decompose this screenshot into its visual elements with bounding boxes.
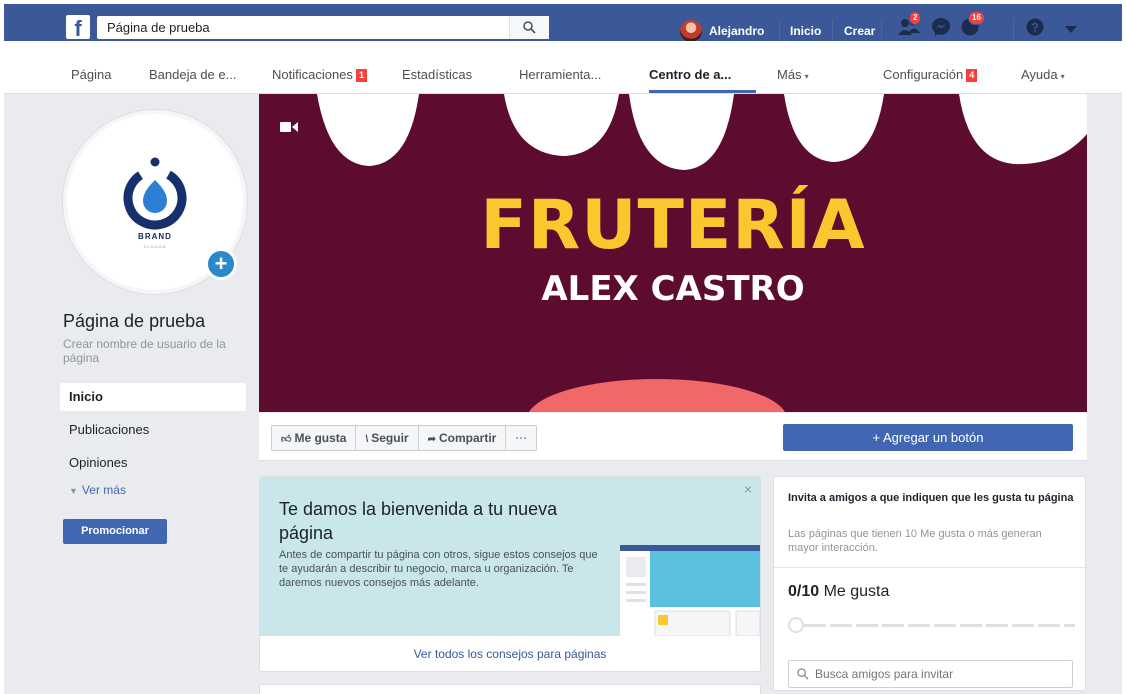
- tab-more-label: Más: [777, 67, 802, 82]
- cover-photo[interactable]: FRUTERÍA ALEX CASTRO: [259, 94, 1087, 412]
- like-label: Me gusta: [294, 431, 347, 445]
- divider: [779, 19, 780, 39]
- tab-notifications-label: Notificaciones: [272, 67, 353, 82]
- teeth-decoration-icon: [317, 94, 1087, 170]
- caret-down-icon: ▾: [1060, 72, 1065, 81]
- sidebar-item-home[interactable]: Inicio: [60, 383, 246, 411]
- welcome-banner: × Te damos la bienvenida a tu nueva pági…: [260, 477, 760, 636]
- follow-button[interactable]: \ Seguir: [356, 426, 419, 450]
- user-name: Alejandro: [709, 24, 765, 38]
- plus-icon: +: [214, 251, 228, 276]
- divider: [832, 19, 833, 39]
- settings-count-badge: 4: [966, 69, 978, 82]
- active-tab-indicator: [649, 90, 756, 93]
- share-arrow-icon: ➦: [427, 434, 436, 445]
- tab-insights[interactable]: Estadísticas: [402, 67, 472, 82]
- progress-track: [804, 624, 1075, 627]
- svg-text:?: ?: [1031, 21, 1038, 35]
- help-icon: ?: [1026, 18, 1044, 36]
- friend-requests-button[interactable]: 2: [897, 11, 922, 40]
- frame-border: [1122, 0, 1126, 694]
- brand-text: BRAND: [138, 232, 172, 241]
- thumbs-up-icon: 👍︎: [281, 434, 292, 445]
- add-photo-button[interactable]: +: [205, 248, 237, 280]
- sidebar-item-posts[interactable]: Publicaciones: [60, 416, 246, 444]
- avatar: [680, 20, 702, 42]
- messenger-button[interactable]: [931, 17, 951, 40]
- notif-badge: 16: [968, 11, 985, 25]
- welcome-description: Antes de compartir tu página con otros, …: [279, 549, 598, 589]
- likes-progress-count: 0/10 Me gusta: [788, 583, 889, 601]
- likes-progress-bar: [788, 617, 1075, 633]
- page-actions-group: 👍︎ Me gusta \ Seguir ➦ Compartir ···: [271, 425, 538, 451]
- see-all-tips-link[interactable]: Ver todos los consejos para páginas: [260, 647, 760, 661]
- follow-label: Seguir: [371, 431, 409, 445]
- tab-pagina[interactable]: Página: [71, 67, 111, 82]
- invite-description: Las páginas que tienen 10 Me gusta o más…: [788, 528, 1042, 554]
- create-link[interactable]: Crear: [844, 24, 875, 38]
- search-icon: [797, 668, 809, 680]
- like-button[interactable]: 👍︎ Me gusta: [272, 426, 357, 450]
- share-button[interactable]: ➦ Compartir: [419, 426, 507, 450]
- likes-count: 0/10: [788, 583, 820, 600]
- divider: [881, 19, 882, 39]
- notifications-count-badge: 1: [355, 69, 367, 82]
- messenger-icon: [932, 18, 950, 36]
- cover-subtitle: ALEX CASTRO: [541, 269, 805, 309]
- video-camera-icon: [280, 122, 298, 132]
- tab-inbox[interactable]: Bandeja de e...: [149, 67, 236, 82]
- frame-border: [0, 0, 4, 694]
- tab-help[interactable]: Ayuda ▾: [1021, 67, 1065, 82]
- page-title: Página de prueba: [63, 311, 206, 331]
- tab-help-label: Ayuda: [1021, 67, 1058, 82]
- tab-more[interactable]: Más ▾: [777, 67, 809, 82]
- caret-down-icon: ▼: [69, 486, 78, 496]
- promote-button[interactable]: Promocionar: [63, 519, 167, 544]
- add-button-button[interactable]: + Agregar un botón: [783, 424, 1073, 451]
- more-options-button[interactable]: ···: [506, 426, 536, 450]
- profile-link[interactable]: Alejandro: [680, 20, 764, 42]
- tab-notifications[interactable]: Notificaciones 1: [272, 67, 367, 82]
- account-menu-button[interactable]: [1065, 23, 1077, 37]
- cover-title: FRUTERÍA: [480, 186, 866, 265]
- tab-creator-center[interactable]: Centro de a...: [649, 67, 731, 82]
- tab-settings[interactable]: Configuración 4: [883, 67, 978, 82]
- facebook-logo-icon[interactable]: f: [66, 15, 90, 39]
- caret-down-icon: ▾: [804, 72, 809, 81]
- home-link[interactable]: Inicio: [790, 24, 821, 38]
- search-input[interactable]: [97, 16, 509, 39]
- brand-logo-icon: [123, 157, 187, 230]
- create-username-link[interactable]: Crear nombre de usuario de la página: [63, 337, 243, 365]
- invite-title: Invita a amigos a que indiquen que les g…: [788, 492, 1074, 504]
- invite-friends-search-input[interactable]: [815, 667, 1072, 681]
- composer-card: [259, 684, 761, 694]
- likes-count-label: Me gusta: [819, 583, 890, 600]
- search-icon: [523, 21, 536, 34]
- invite-friends-card: Invita a amigos a que indiquen que les g…: [773, 476, 1086, 691]
- page-nav: Página Bandeja de e... Notificaciones 1 E…: [4, 41, 1122, 94]
- help-button[interactable]: ?: [1025, 17, 1045, 40]
- progress-start-marker: [788, 617, 804, 633]
- rss-icon: \: [365, 434, 369, 445]
- see-more-label: Ver más: [81, 483, 126, 497]
- page-action-bar: 👍︎ Me gusta \ Seguir ➦ Compartir ··· + Agre…: [259, 413, 1087, 461]
- search-bar: [97, 16, 549, 39]
- divider: [1013, 19, 1014, 39]
- tab-settings-label: Configuración: [883, 67, 964, 82]
- invite-search-box: [788, 660, 1073, 688]
- top-bar: f Alejandro Inicio Crear 2 16 ?: [0, 0, 1126, 42]
- see-more-link[interactable]: ▼ Ver más: [69, 483, 126, 497]
- search-button[interactable]: [509, 16, 549, 39]
- divider: [774, 567, 1085, 568]
- close-icon[interactable]: ×: [744, 481, 752, 497]
- welcome-card: × Te damos la bienvenida a tu nueva pági…: [259, 476, 761, 672]
- share-label: Compartir: [438, 431, 497, 445]
- notifications-button[interactable]: 16: [960, 11, 985, 40]
- caret-down-icon: [1065, 26, 1077, 33]
- tongue-decoration: [527, 379, 787, 412]
- sidebar-item-reviews[interactable]: Opiniones: [60, 449, 246, 477]
- page-preview-illustration-icon: [620, 545, 760, 636]
- welcome-title: Te damos la bienvenida a tu nueva página: [279, 499, 558, 543]
- tab-tools[interactable]: Herramienta...: [519, 67, 601, 82]
